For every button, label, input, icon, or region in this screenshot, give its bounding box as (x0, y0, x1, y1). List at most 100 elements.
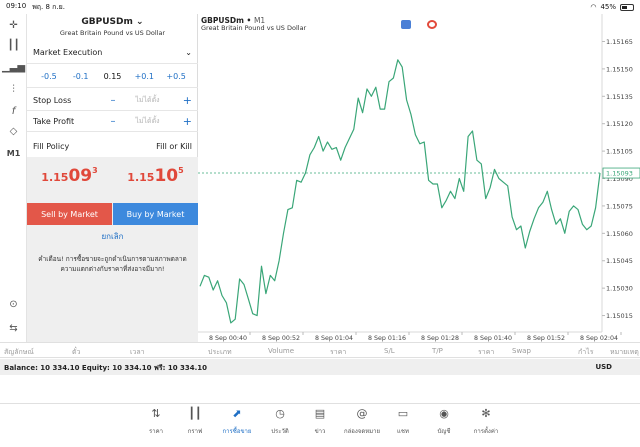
column-header[interactable]: สัญลักษณ์ (4, 347, 34, 358)
arrows-updown-icon: ⇅ (151, 407, 161, 420)
nav-item-label: การตั้งค่า (473, 428, 499, 435)
sliders-icon[interactable]: ⫶ (0, 80, 27, 98)
take-profit-input[interactable]: ไม่ได้ตั้ง (123, 116, 172, 127)
bottom-navigation: ⇅ ราคา ┃┃ กราฟ ⬈ การซื้อขาย ◷ ประวัติ ▤ ข่าว @ กล่อ… (0, 403, 640, 447)
nav-item-label: บัญชี (437, 428, 451, 435)
battery-icon (620, 3, 634, 11)
fill-policy-row[interactable]: Fill Policy Fill or Kill (27, 136, 198, 156)
nav-item-label: ข่าว (314, 428, 326, 435)
y-tick-label: 1.15150 (606, 65, 633, 73)
bid-prefix: 1.15 (41, 171, 69, 184)
symbol-description: Great Britain Pound vs US Dollar (59, 29, 166, 37)
volume-plus-05-button[interactable]: +0.5 (160, 72, 192, 81)
candles-icon[interactable]: ┃┃ (0, 36, 27, 54)
nav-item[interactable]: ◉ บัญชี (424, 407, 464, 436)
nav-item[interactable]: ▭ แชท (383, 407, 423, 436)
column-header[interactable]: T/P (432, 347, 443, 355)
column-header[interactable]: S/L (384, 347, 395, 355)
execution-type-select[interactable]: Market Execution ⌄ (27, 42, 198, 64)
account-icon: ◉ (439, 407, 449, 420)
volume-minus-05-button[interactable]: -0.5 (33, 72, 65, 81)
buy-button[interactable]: Buy by Market (113, 203, 198, 225)
ask-big: 10 (154, 166, 179, 186)
price-chart[interactable]: 1.15165 1.15150 1.15135 1.15120 1.15105 1.150… (198, 14, 640, 342)
column-header[interactable]: หมายเหตุ (610, 347, 639, 358)
stop-loss-minus-button[interactable]: – (103, 95, 123, 106)
y-tick-label: 1.15075 (606, 202, 633, 210)
bid-big: 09 (68, 166, 93, 186)
crosshair-icon[interactable]: ✛ (0, 16, 27, 34)
y-tick-label: 1.15030 (606, 285, 633, 293)
status-date: พฤ. 8 ก.ย. (32, 2, 65, 11)
x-tick-label: 8 Sep 02:04 (580, 335, 618, 342)
chart-canvas[interactable]: 1.15165 1.15150 1.15135 1.15120 1.15105 1.150… (198, 14, 640, 342)
x-tick-label: 8 Sep 01:52 (527, 335, 565, 342)
nav-item[interactable]: ◷ ประวัติ (260, 407, 300, 436)
nav-item[interactable]: ⇅ ราคา (136, 407, 176, 436)
wifi-icon: ◠ (590, 3, 597, 11)
settings-icon: ✻ (481, 407, 491, 420)
column-header[interactable]: เวลา (130, 347, 145, 358)
column-header[interactable]: Volume (268, 347, 294, 355)
candles-icon: ┃┃ (188, 407, 202, 420)
battery-percent: 45% (600, 3, 616, 11)
news-icon: ▤ (314, 407, 326, 420)
column-header[interactable]: ราคา (478, 347, 494, 358)
ask-price: 1.15105 (113, 166, 198, 186)
nav-item-label: กราฟ (187, 428, 203, 435)
bar-chart-icon[interactable]: ▁▃▅ (0, 58, 27, 76)
stop-loss-label: Stop Loss (33, 96, 72, 105)
stop-loss-input[interactable]: ไม่ได้ตั้ง (123, 95, 172, 106)
order-panel: GBPUSDm ⌄ Great Britain Pound vs US Doll… (27, 14, 198, 342)
trade-levels-icon[interactable] (427, 20, 437, 29)
take-profit-plus-button[interactable]: + (172, 115, 192, 128)
mail-icon: @ (356, 407, 368, 420)
quote-area: 1.15093 1.15105 Sell by Market Buy by Ma… (27, 157, 198, 250)
current-price-label: 1.15093 (606, 170, 633, 178)
ask-prefix: 1.15 (127, 171, 155, 184)
stop-loss-plus-button[interactable]: + (172, 94, 192, 107)
volume-plus-01-button[interactable]: +0.1 (128, 72, 160, 81)
column-header[interactable]: Swap (512, 347, 531, 355)
y-tick-label: 1.15060 (606, 230, 633, 238)
y-tick-label: 1.15165 (606, 38, 633, 46)
balance-text: Balance: 10 334.10 Equity: 10 334.10 ฟรี… (4, 364, 208, 372)
nav-item[interactable]: ▤ ข่าว (300, 407, 340, 436)
objects-icon[interactable]: ◇ (0, 122, 27, 140)
nav-item[interactable]: ┃┃ กราฟ (175, 407, 215, 436)
column-header[interactable]: ประเภท (208, 347, 232, 358)
symbol-name: GBPUSDm (81, 17, 133, 27)
y-tick-label: 1.15120 (606, 120, 633, 128)
volume-minus-01-button[interactable]: -0.1 (65, 72, 97, 81)
column-header[interactable]: ตั๋ว (72, 347, 80, 358)
column-header[interactable]: กำไร (578, 347, 593, 358)
trade-icon[interactable]: ⇆ (0, 319, 27, 337)
balance-currency: USD (595, 363, 612, 371)
search-chart-icon[interactable]: ⊙ (0, 295, 27, 313)
one-click-trading-icon[interactable] (401, 20, 411, 29)
status-time: 09:10 (6, 1, 27, 10)
chevron-down-icon: ⌄ (185, 48, 192, 57)
nav-item-label: ประวัติ (271, 428, 289, 435)
nav-item[interactable]: ⬈ การซื้อขาย (217, 407, 257, 436)
x-tick-label: 8 Sep 01:16 (368, 335, 406, 342)
take-profit-row: Take Profit – ไม่ได้ตั้ง + (27, 112, 198, 132)
history-icon: ◷ (275, 407, 285, 420)
y-tick-label: 1.15105 (606, 148, 633, 156)
x-tick-label: 8 Sep 01:40 (474, 335, 512, 342)
volume-value[interactable]: 0.15 (97, 72, 129, 81)
trade-chart-icon: ⬈ (232, 407, 242, 420)
symbol-selector[interactable]: GBPUSDm ⌄ (27, 17, 198, 27)
take-profit-minus-button[interactable]: – (103, 116, 123, 127)
cancel-button[interactable]: ยกเลิก (27, 230, 198, 243)
nav-item[interactable]: @ กล่องจดหมาย (342, 407, 382, 436)
column-header[interactable]: ราคา (330, 347, 346, 358)
timeframe-button[interactable]: M1 (0, 144, 27, 162)
volume-stepper: -0.5 -0.1 0.15 +0.1 +0.5 (27, 66, 198, 88)
nav-item-label: การซื้อขาย (222, 428, 252, 435)
stop-loss-row: Stop Loss – ไม่ได้ตั้ง + (27, 91, 198, 111)
nav-item[interactable]: ✻ การตั้งค่า (466, 407, 506, 436)
bid-price: 1.15093 (27, 166, 112, 186)
function-icon[interactable]: f (0, 102, 27, 120)
sell-button[interactable]: Sell by Market (27, 203, 112, 225)
